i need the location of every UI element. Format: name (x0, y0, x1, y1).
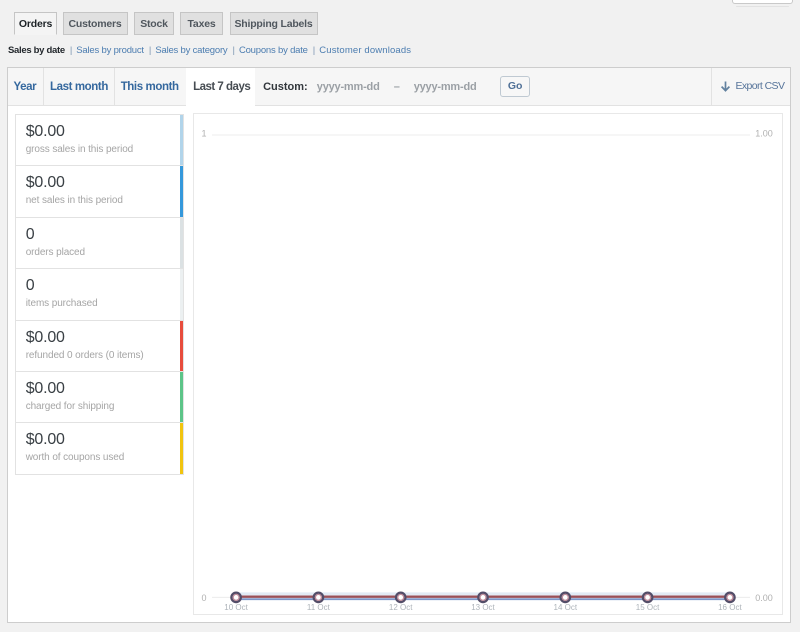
svg-text:1.00: 1.00 (755, 129, 773, 139)
svg-text:0: 0 (201, 593, 206, 603)
svg-text:12 Oct: 12 Oct (388, 603, 412, 612)
svg-text:13 Oct: 13 Oct (471, 603, 495, 612)
svg-text:0.00: 0.00 (755, 593, 773, 603)
svg-text:11 Oct: 11 Oct (306, 603, 330, 612)
svg-text:15 Oct: 15 Oct (635, 603, 659, 612)
svg-text:1: 1 (201, 129, 206, 139)
svg-text:14 Oct: 14 Oct (553, 603, 577, 612)
svg-text:16 Oct: 16 Oct (718, 603, 742, 612)
svg-text:10 Oct: 10 Oct (224, 603, 248, 612)
